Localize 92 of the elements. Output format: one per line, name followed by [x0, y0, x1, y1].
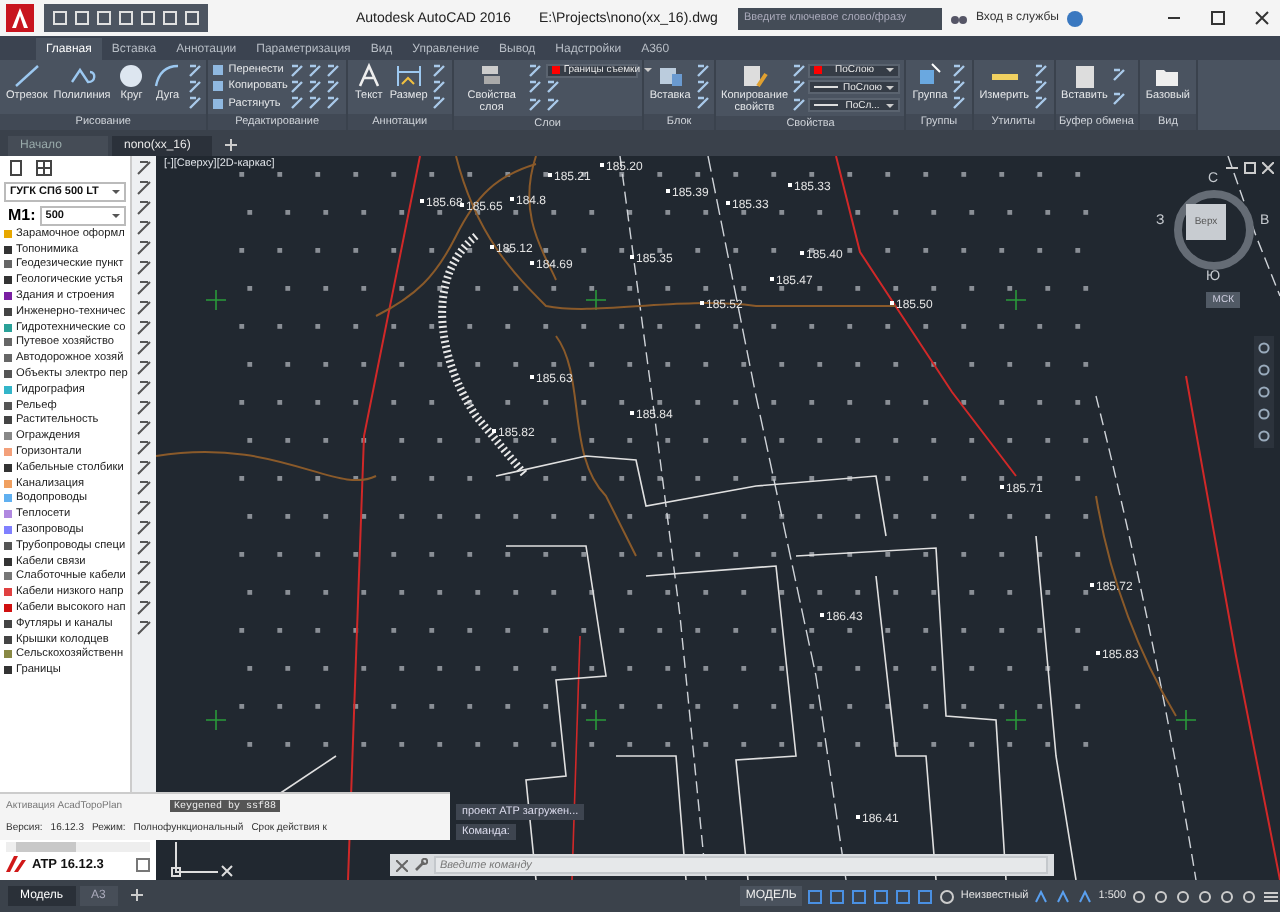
- tool-icon[interactable]: [136, 460, 153, 476]
- close-icon[interactable]: [1254, 10, 1270, 26]
- tool-icon[interactable]: [545, 79, 562, 95]
- tool-icon[interactable]: [136, 520, 153, 536]
- tool-icon[interactable]: [136, 420, 153, 436]
- scrollbar[interactable]: [6, 842, 150, 852]
- tool-icon[interactable]: [545, 97, 562, 113]
- tool-icon[interactable]: [307, 78, 324, 95]
- help-icon[interactable]: [1066, 9, 1085, 27]
- tool-icon[interactable]: [136, 360, 153, 376]
- line-icon: [11, 62, 42, 90]
- caret-icon: [112, 190, 121, 194]
- tool-icon[interactable]: [431, 95, 448, 112]
- line-sample: [814, 86, 839, 89]
- tool-icon[interactable]: [136, 260, 153, 276]
- tool-icon[interactable]: [1033, 78, 1050, 95]
- product-logo-icon: [6, 856, 26, 872]
- tool-icon[interactable]: [136, 160, 153, 176]
- tool-icon[interactable]: [186, 95, 203, 112]
- tool-icon[interactable]: [136, 200, 153, 216]
- tool-icon[interactable]: [136, 180, 153, 196]
- checkbox-icon[interactable]: [136, 857, 150, 871]
- tool-icon[interactable]: [136, 500, 153, 516]
- tool-icon[interactable]: [136, 400, 153, 416]
- new-tab-icon[interactable]: [224, 138, 238, 152]
- tool-icon[interactable]: [325, 78, 342, 95]
- tool-icon[interactable]: [289, 62, 306, 79]
- tool-icon[interactable]: [289, 78, 306, 95]
- tool-icon[interactable]: [790, 62, 807, 79]
- wrench-icon[interactable]: [414, 858, 428, 872]
- block-icon: [655, 62, 686, 90]
- caret-icon: [886, 103, 895, 108]
- group-icon: [914, 62, 945, 90]
- tool-icon[interactable]: [289, 95, 306, 112]
- tool-icon[interactable]: [136, 560, 153, 576]
- page-icon[interactable]: [8, 160, 24, 176]
- circle-icon: [116, 62, 147, 90]
- tool-icon[interactable]: [1111, 91, 1128, 108]
- tool-icon[interactable]: [951, 78, 968, 95]
- text-icon: [353, 62, 384, 90]
- brush-icon: [739, 62, 770, 90]
- grid-icon[interactable]: [36, 160, 52, 176]
- tool-icon[interactable]: [1111, 66, 1128, 83]
- ucs-axes-icon: [170, 842, 234, 878]
- tool-icon[interactable]: [136, 440, 153, 456]
- new-layout-icon[interactable]: [129, 887, 144, 901]
- tool-icon[interactable]: [694, 78, 711, 95]
- tool-icon[interactable]: [431, 78, 448, 95]
- restore-icon[interactable]: [1244, 162, 1256, 174]
- tool-icon[interactable]: [951, 62, 968, 79]
- scale-label: М1:: [6, 206, 36, 224]
- dimension-icon: [393, 62, 424, 90]
- tool-icon[interactable]: [694, 95, 711, 112]
- tool-icon[interactable]: [527, 79, 544, 96]
- tool-icon[interactable]: [186, 78, 203, 95]
- app-logo-icon[interactable]: [4, 2, 36, 34]
- tool-icon[interactable]: [136, 220, 153, 236]
- tool-icon[interactable]: [136, 620, 153, 636]
- tool-icon[interactable]: [325, 62, 342, 79]
- menu-icon[interactable]: [1264, 889, 1278, 903]
- tool-icon[interactable]: [527, 97, 544, 114]
- tool-icon[interactable]: [136, 340, 153, 356]
- tool-icon[interactable]: [951, 95, 968, 112]
- tool-icon[interactable]: [1033, 62, 1050, 79]
- tool-icon[interactable]: [1033, 95, 1050, 112]
- tool-icon[interactable]: [307, 95, 324, 112]
- binoculars-icon[interactable]: [949, 10, 968, 26]
- tool-icon[interactable]: [136, 580, 153, 596]
- maximize-icon[interactable]: [1210, 10, 1226, 26]
- tool-icon[interactable]: [136, 540, 153, 556]
- tool-icon[interactable]: [790, 79, 807, 96]
- tool-icon[interactable]: [136, 600, 153, 616]
- tool-icon[interactable]: [136, 300, 153, 316]
- line-sample: [814, 104, 839, 107]
- tool-icon[interactable]: [136, 480, 153, 496]
- tool-icon[interactable]: [325, 95, 342, 112]
- caret-icon: [644, 68, 653, 72]
- caret-icon: [886, 68, 895, 73]
- tool-icon[interactable]: [307, 62, 324, 79]
- caret-icon: [112, 213, 121, 217]
- tool-icon[interactable]: [694, 62, 711, 79]
- tool-icon[interactable]: [136, 240, 153, 256]
- tool-icon[interactable]: [136, 380, 153, 396]
- tool-icon[interactable]: [431, 62, 448, 79]
- tool-icon[interactable]: [136, 320, 153, 336]
- tool-icon[interactable]: [136, 280, 153, 296]
- arc-icon: [152, 62, 183, 90]
- tool-icon[interactable]: [790, 97, 807, 114]
- tool-icon[interactable]: [527, 62, 544, 79]
- caret-icon: [886, 85, 895, 90]
- minimize-icon[interactable]: [1226, 162, 1238, 174]
- tool-icon[interactable]: [186, 62, 203, 79]
